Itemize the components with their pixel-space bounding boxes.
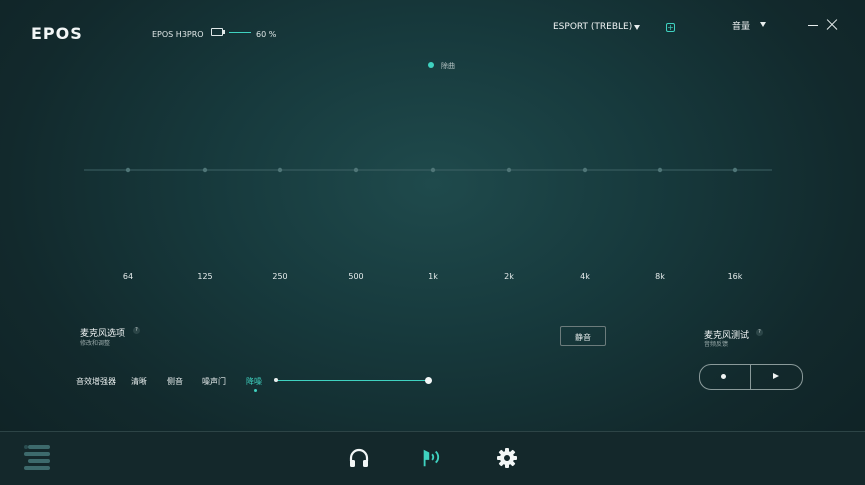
noise-reduction-slider[interactable] [276,380,429,381]
menu-drawer-icon[interactable] [24,444,54,472]
frequency-tick-label: 250 [272,272,288,281]
frequency-tick-label: 2k [504,272,514,281]
frequency-tick-label: 500 [348,272,364,281]
tab-sidetone[interactable]: 侧音 [167,376,183,387]
eq-point[interactable] [732,167,738,173]
eq-point[interactable] [277,167,283,173]
frequency-tick-label: 4k [580,272,590,281]
frequency-tick-label: 64 [122,272,134,281]
slider-start-marker [274,378,278,382]
tab-noise-gate[interactable]: 噪声门 [202,376,226,387]
frequency-tick-label: 8k [655,272,665,281]
active-tab-indicator [254,389,257,392]
eq-point[interactable] [353,167,359,173]
frequency-tick-label: 16k [727,272,743,281]
tab-sound-enhancer[interactable]: 音效增强器 [76,376,116,387]
eq-point[interactable] [506,167,512,173]
tab-clarity[interactable]: 清晰 [131,376,147,387]
record-button[interactable] [700,365,750,389]
microphone-icon[interactable] [420,446,444,470]
tab-noise-reduction[interactable]: 降噪 [246,376,262,387]
frequency-tick-label: 125 [197,272,213,281]
slider-handle[interactable] [425,377,432,384]
help-icon[interactable]: ? [756,329,763,336]
eq-point[interactable] [430,167,436,173]
headphones-icon[interactable] [347,446,371,470]
mute-button[interactable]: 静音 [560,326,606,346]
mic-test-subtitle: 音频反馈 [704,341,729,348]
help-icon[interactable]: ? [133,327,140,334]
mic-options-subtitle: 修改和调整 [80,340,111,347]
eq-point[interactable] [202,167,208,173]
eq-point[interactable] [125,167,131,173]
eq-chart [84,167,772,173]
eq-point[interactable] [657,167,663,173]
record-icon [721,374,726,379]
play-icon [773,373,779,379]
play-button[interactable] [751,365,801,389]
eq-point[interactable] [582,167,588,173]
frequency-tick-label: 1k [428,272,438,281]
settings-gear-icon[interactable] [495,446,519,470]
